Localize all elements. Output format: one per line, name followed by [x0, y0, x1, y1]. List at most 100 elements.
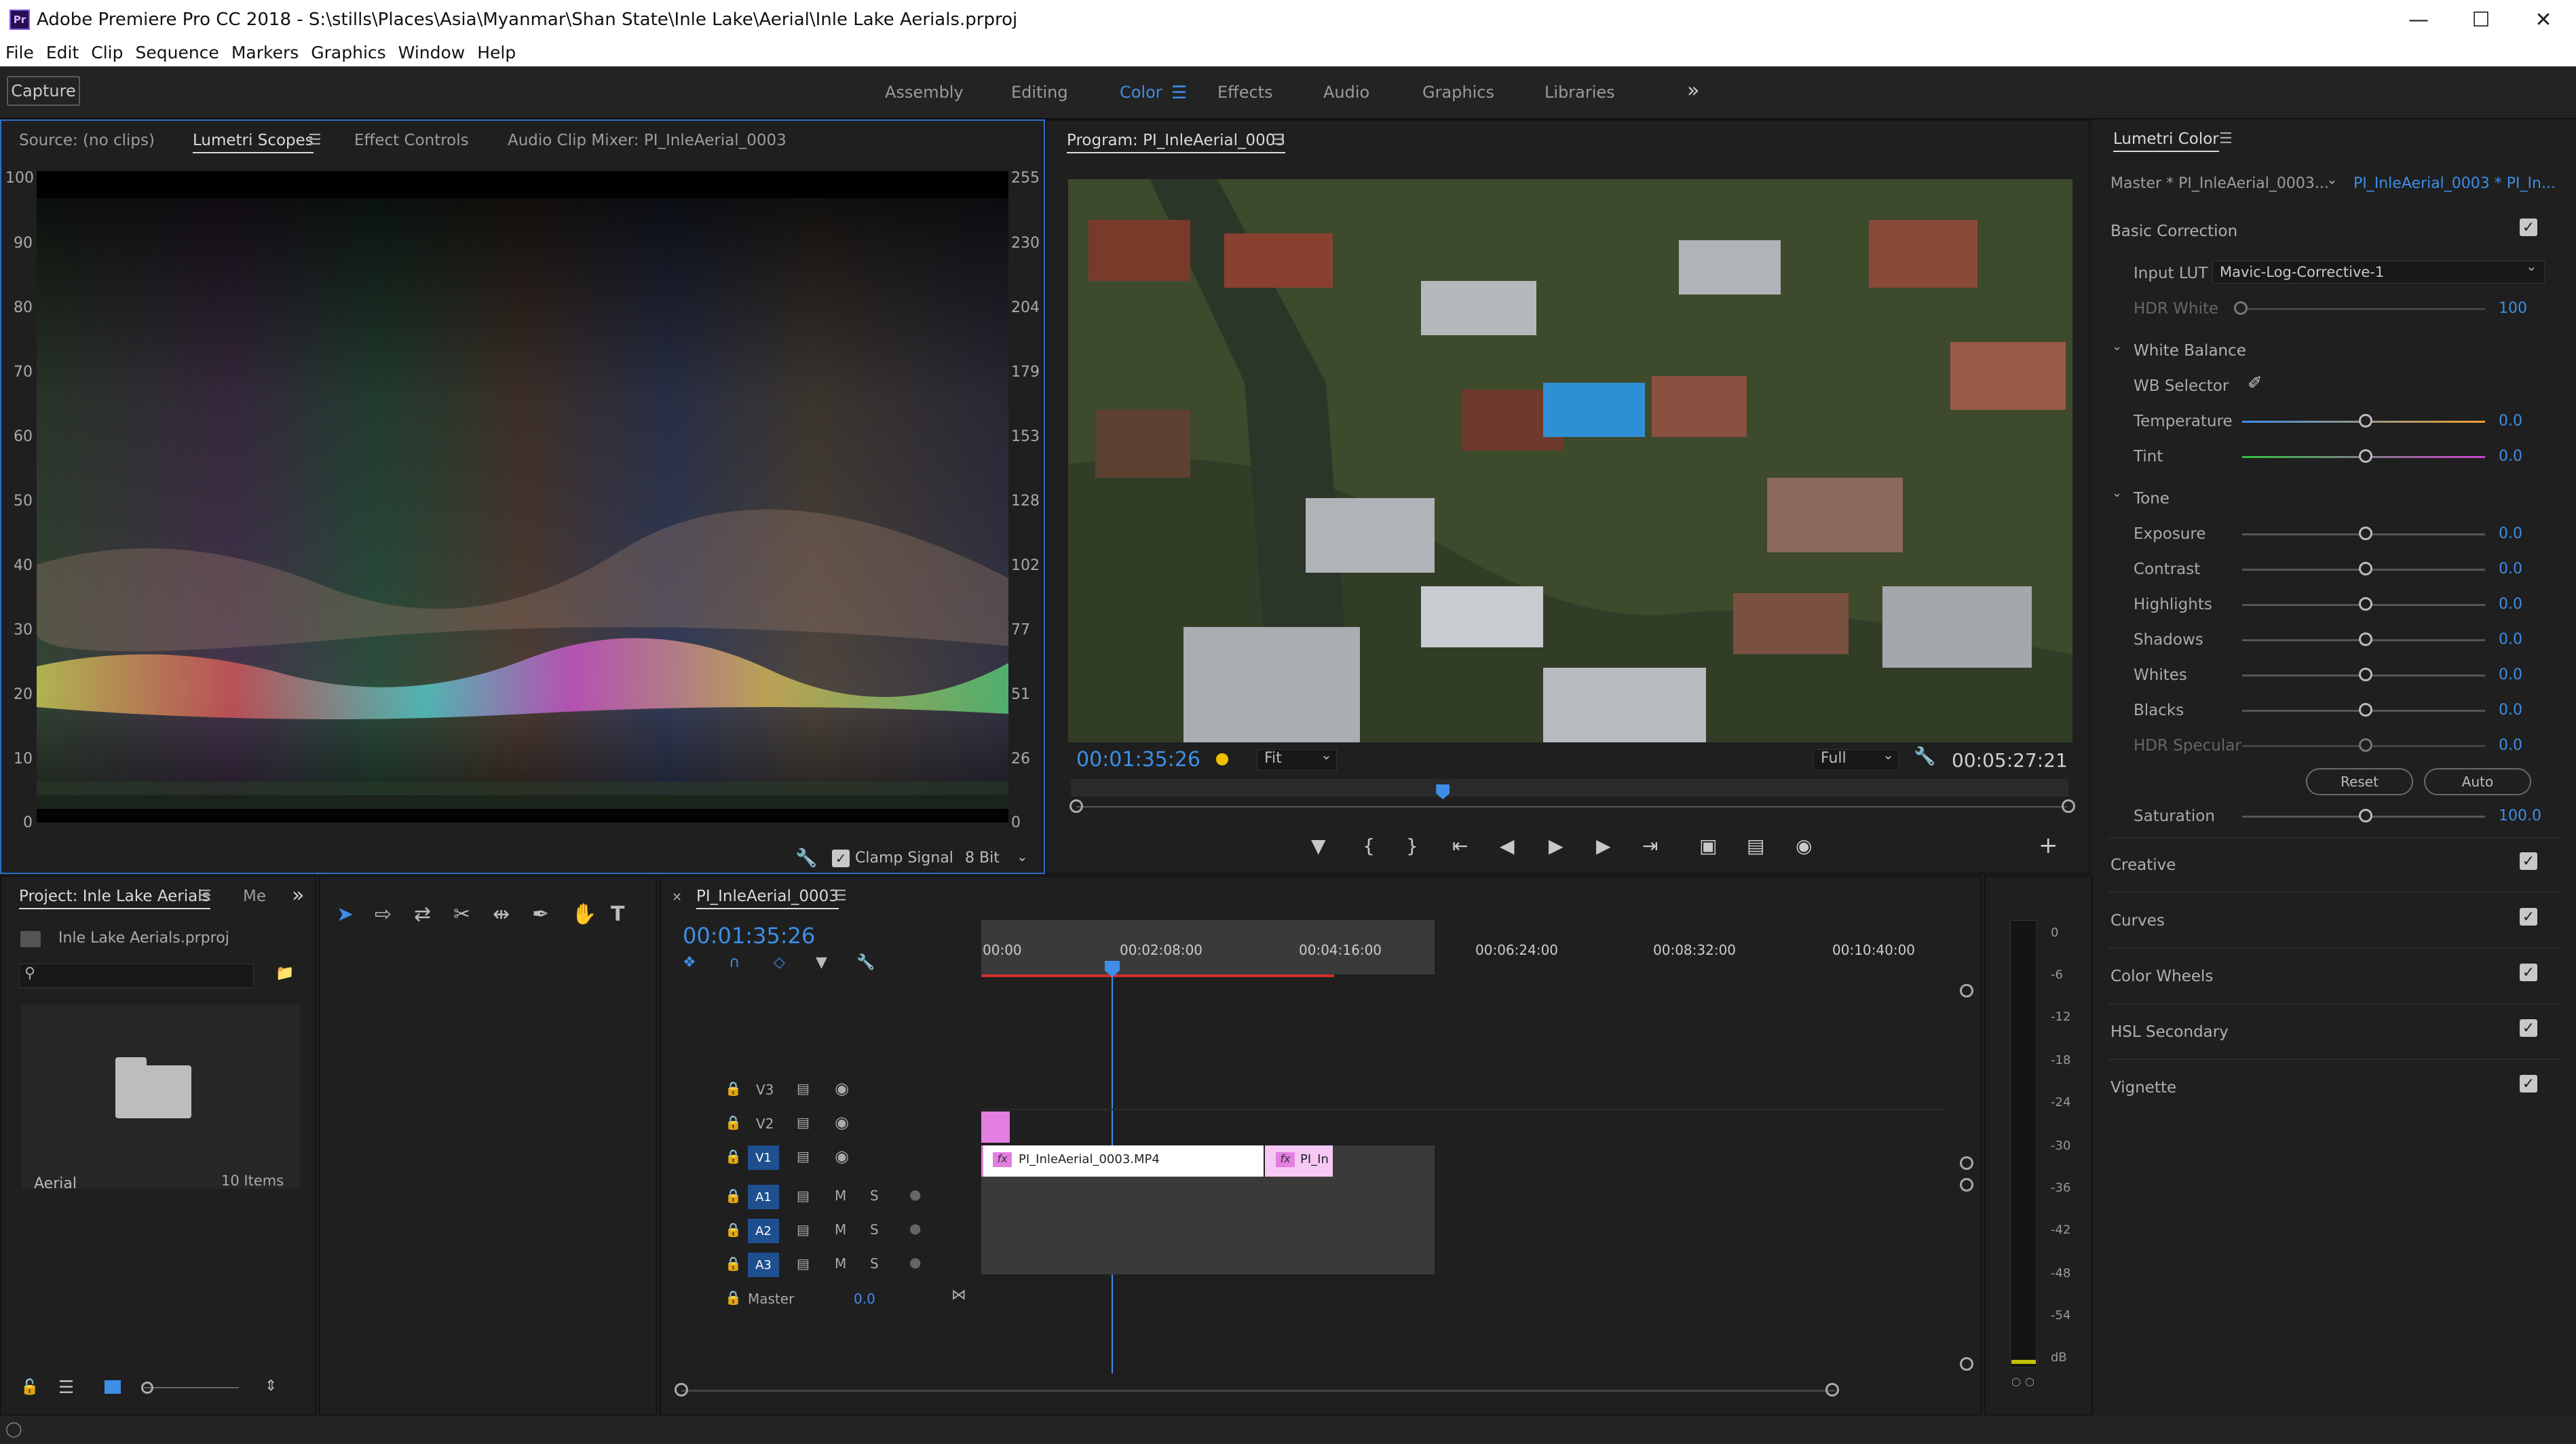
whites-knob[interactable] [2359, 668, 2372, 681]
menu-graphics[interactable]: Graphics [311, 43, 385, 62]
sequence-clip-tab[interactable]: PI_InleAerial_0003 * PI_In... [2353, 175, 2556, 192]
tone-header[interactable]: Tone [2134, 490, 2170, 508]
vscroll-audio-handle[interactable] [1960, 1178, 1973, 1192]
selection-tool-icon[interactable]: ➤ [337, 902, 354, 926]
color-wheels-checkbox[interactable]: ✓ [2520, 964, 2537, 981]
pen-tool-icon[interactable]: ✒ [532, 902, 549, 926]
workspace-libraries[interactable]: Libraries [1545, 83, 1615, 102]
temperature-knob[interactable] [2359, 414, 2372, 428]
v2-lock-icon[interactable]: 🔒 [725, 1114, 742, 1130]
creative-header[interactable]: Creative [2110, 856, 2176, 874]
program-scrub-bar[interactable] [1076, 806, 2067, 808]
a3-target[interactable]: A3 [748, 1253, 779, 1277]
workspace-audio[interactable]: Audio [1323, 83, 1369, 102]
vignette-checkbox[interactable]: ✓ [2520, 1075, 2537, 1092]
v1-sync-lock-icon[interactable]: ▤ [797, 1148, 810, 1164]
list-view-icon[interactable]: ☰ [58, 1378, 74, 1398]
project-menu-icon[interactable]: ☰ [198, 888, 212, 905]
v1-eye-icon[interactable]: ◉ [835, 1147, 849, 1166]
lumetri-color-title[interactable]: Lumetri Color [2113, 130, 2219, 152]
tint-value[interactable]: 0.0 [2499, 448, 2522, 465]
input-lut-chevron-icon[interactable]: ⌄ [2526, 258, 2537, 274]
clamp-signal-checkbox[interactable]: ✓ [832, 850, 850, 867]
exposure-value[interactable]: 0.0 [2499, 525, 2522, 542]
input-lut-select[interactable]: Mavic-Log-Corrective-1 [2212, 261, 2545, 284]
program-playhead[interactable] [1436, 784, 1450, 799]
basic-correction-header[interactable]: Basic Correction [2110, 223, 2237, 240]
linked-selection-icon[interactable]: ◇ [774, 954, 785, 971]
workspace-graphics[interactable]: Graphics [1422, 83, 1494, 102]
v2-clip[interactable] [981, 1112, 1010, 1143]
workspace-editing[interactable]: Editing [1011, 83, 1068, 102]
scope-settings-wrench-icon[interactable]: 🔧 [795, 848, 817, 869]
blacks-knob[interactable] [2359, 703, 2372, 717]
exposure-knob[interactable] [2359, 527, 2372, 540]
program-monitor-title[interactable]: Program: PI_InleAerial_0003 [1067, 132, 1285, 153]
slip-tool-icon[interactable]: ⇹ [493, 902, 510, 926]
highlights-value[interactable]: 0.0 [2499, 596, 2522, 613]
tab-effect-controls[interactable]: Effect Controls [354, 132, 469, 149]
a2-sync-lock-icon[interactable]: ▤ [797, 1221, 810, 1238]
workspace-assembly[interactable]: Assembly [885, 83, 964, 102]
a2-target[interactable]: A2 [748, 1219, 779, 1243]
color-wheels-header[interactable]: Color Wheels [2110, 968, 2213, 985]
sequence-menu-icon[interactable]: ☰ [833, 888, 847, 905]
eyedropper-icon[interactable]: ✐ [2248, 373, 2262, 394]
add-marker-icon[interactable]: ▼ [1311, 835, 1326, 857]
hsl-secondary-header[interactable]: HSL Secondary [2110, 1023, 2229, 1041]
a3-lock-icon[interactable]: 🔒 [725, 1255, 742, 1272]
v1-clip-second[interactable]: fx PI_In [1265, 1145, 1333, 1177]
program-time-ruler[interactable] [1071, 779, 2068, 797]
program-current-timecode[interactable]: 00:01:35:26 [1076, 748, 1200, 772]
icon-view-icon[interactable] [105, 1380, 121, 1394]
bit-depth-select[interactable]: 8 Bit [965, 850, 1000, 867]
close-icon[interactable]: ✕ [2512, 0, 2575, 39]
go-to-out-icon[interactable]: ⇥ [1642, 835, 1658, 857]
tint-knob[interactable] [2359, 449, 2372, 463]
menu-edit[interactable]: Edit [46, 43, 79, 62]
play-icon[interactable]: ▶ [1549, 835, 1564, 857]
menu-file[interactable]: File [5, 43, 34, 62]
tab-audio-clip-mixer[interactable]: Audio Clip Mixer: PI_InleAerial_0003 [508, 132, 787, 149]
menu-markers[interactable]: Markers [231, 43, 299, 62]
a3-mute-button[interactable]: M [835, 1255, 846, 1272]
workspace-effects[interactable]: Effects [1217, 83, 1273, 102]
saturation-knob[interactable] [2359, 809, 2372, 822]
go-to-in-icon[interactable]: ⇤ [1452, 835, 1468, 857]
saturation-value[interactable]: 100.0 [2499, 808, 2541, 824]
vscroll-top-handle[interactable] [1960, 984, 1973, 998]
blacks-value[interactable]: 0.0 [2499, 702, 2522, 719]
a2-mute-button[interactable]: M [835, 1221, 846, 1238]
a3-solo-button[interactable]: S [870, 1255, 879, 1272]
a1-voiceover-mic-icon[interactable]: ● [909, 1186, 921, 1202]
nest-toggle-icon[interactable]: ❖ [683, 954, 696, 971]
master-go-to-end-icon[interactable]: ⋈ [951, 1287, 966, 1304]
tone-auto-button[interactable]: Auto [2424, 768, 2531, 795]
meter-solo-left-icon[interactable]: ○ [2011, 1375, 2021, 1388]
vscroll-mid-handle[interactable] [1960, 1156, 1973, 1170]
add-marker-timeline-icon[interactable]: ▼ [816, 954, 827, 971]
ripple-edit-tool-icon[interactable]: ⇄ [414, 902, 431, 926]
minimize-icon[interactable]: — [2387, 0, 2450, 39]
hdr-specular-value[interactable]: 0.0 [2499, 737, 2522, 754]
sort-icon[interactable]: ⇕ [265, 1378, 277, 1394]
step-forward-icon[interactable]: ▶ [1596, 835, 1611, 857]
thumbnail-size-knob[interactable] [141, 1382, 153, 1394]
a1-lock-icon[interactable]: 🔒 [725, 1188, 742, 1204]
a3-sync-lock-icon[interactable]: ▤ [797, 1255, 810, 1272]
maximize-icon[interactable]: ☐ [2450, 0, 2512, 39]
resolution-chevron-icon[interactable]: ⌄ [1882, 746, 1894, 763]
contrast-value[interactable]: 0.0 [2499, 560, 2522, 577]
menu-clip[interactable]: Clip [91, 43, 123, 62]
scrub-start-handle[interactable] [1069, 799, 1083, 813]
v2-eye-icon[interactable]: ◉ [835, 1113, 849, 1132]
thumbnail-size-slider[interactable] [144, 1387, 239, 1388]
snap-magnet-icon[interactable]: ∩ [729, 954, 740, 971]
program-menu-icon[interactable]: ☰ [1272, 132, 1285, 149]
type-tool-icon[interactable]: T [611, 902, 624, 926]
v3-lock-icon[interactable]: 🔒 [725, 1080, 742, 1097]
curves-header[interactable]: Curves [2110, 912, 2165, 930]
new-bin-folder-icon[interactable]: 📁 [276, 965, 294, 982]
lift-icon[interactable]: ▣ [1699, 835, 1717, 857]
mark-in-icon[interactable]: { [1363, 835, 1375, 857]
